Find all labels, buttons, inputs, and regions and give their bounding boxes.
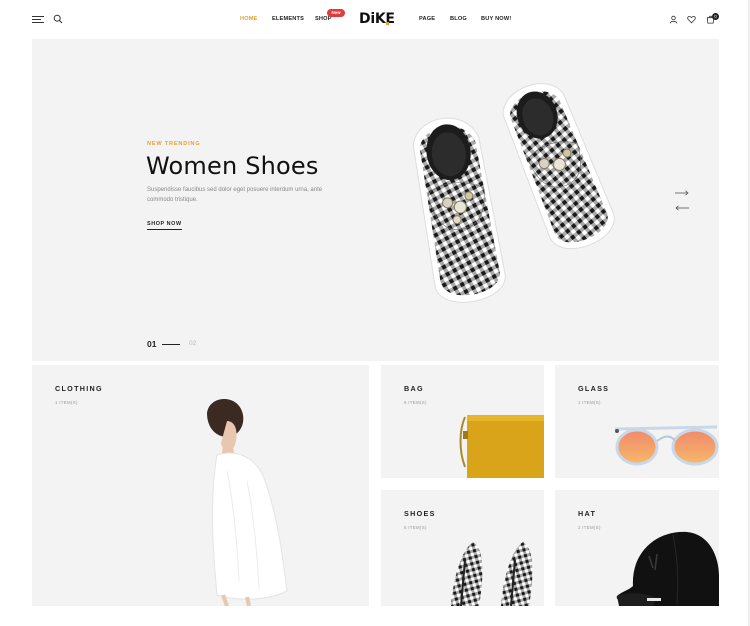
shop-new-badge: New: [327, 9, 345, 17]
nav-elements[interactable]: ELEMENTS: [272, 16, 304, 22]
category-count: 2 ITEM(S): [578, 525, 601, 530]
category-glass[interactable]: GLASS 1 ITEM(S): [555, 365, 719, 478]
cap-image: [616, 531, 719, 606]
shop-now-link[interactable]: SHOP NOW: [147, 221, 182, 230]
prev-arrow-icon[interactable]: [675, 205, 689, 211]
hero-description: Suspendisse faucibus sed dolor eget posu…: [147, 187, 323, 203]
search-icon[interactable]: [53, 14, 63, 24]
hero-slider: NEW TRENDING Women Shoes Suspendisse fau…: [32, 39, 719, 361]
slide-current-number[interactable]: 01: [147, 339, 156, 349]
slide-next-number[interactable]: 02: [189, 340, 196, 347]
category-title: CLOTHING: [55, 384, 103, 393]
user-icon[interactable]: [669, 15, 678, 24]
nav-home[interactable]: HOME: [240, 16, 258, 22]
category-count: 6 ITEM(S): [404, 400, 427, 405]
site-logo[interactable]: DiKE: [359, 11, 395, 27]
category-count: 1 ITEM(S): [55, 400, 78, 405]
nav-blog[interactable]: BLOG: [450, 16, 467, 22]
category-shoes[interactable]: SHOES 6 ITEM(S): [381, 490, 544, 606]
category-title: BAG: [404, 384, 424, 393]
cart-count-badge: 0: [712, 13, 719, 20]
slide-progress-line: [162, 344, 180, 345]
category-count: 1 ITEM(S): [578, 400, 601, 405]
logo-dot: [386, 22, 389, 25]
bag-image: [459, 415, 544, 478]
category-title: HAT: [578, 509, 597, 518]
category-count: 6 ITEM(S): [404, 525, 427, 530]
site-header: HOME ELEMENTS SHOP New DiKE PAGE BLOG BU…: [0, 0, 750, 38]
category-title: SHOES: [404, 509, 436, 518]
category-title: GLASS: [578, 384, 610, 393]
hero-title: Women Shoes: [146, 152, 319, 180]
category-clothing[interactable]: CLOTHING 1 ITEM(S): [32, 365, 369, 606]
heart-icon[interactable]: [687, 15, 696, 24]
nav-page[interactable]: PAGE: [419, 16, 435, 22]
sunglasses-image: [614, 425, 719, 466]
hero-kicker: NEW TRENDING: [147, 141, 201, 147]
clothing-model-image: [207, 399, 288, 606]
hero-shoes-image: [412, 83, 615, 303]
nav-buy-now[interactable]: BUY NOW!: [481, 16, 511, 22]
heels-image: [451, 542, 533, 606]
category-hat[interactable]: HAT 2 ITEM(S): [555, 490, 719, 606]
menu-icon[interactable]: [32, 16, 44, 24]
next-arrow-icon[interactable]: [675, 190, 689, 196]
category-bag[interactable]: BAG 6 ITEM(S): [381, 365, 544, 478]
